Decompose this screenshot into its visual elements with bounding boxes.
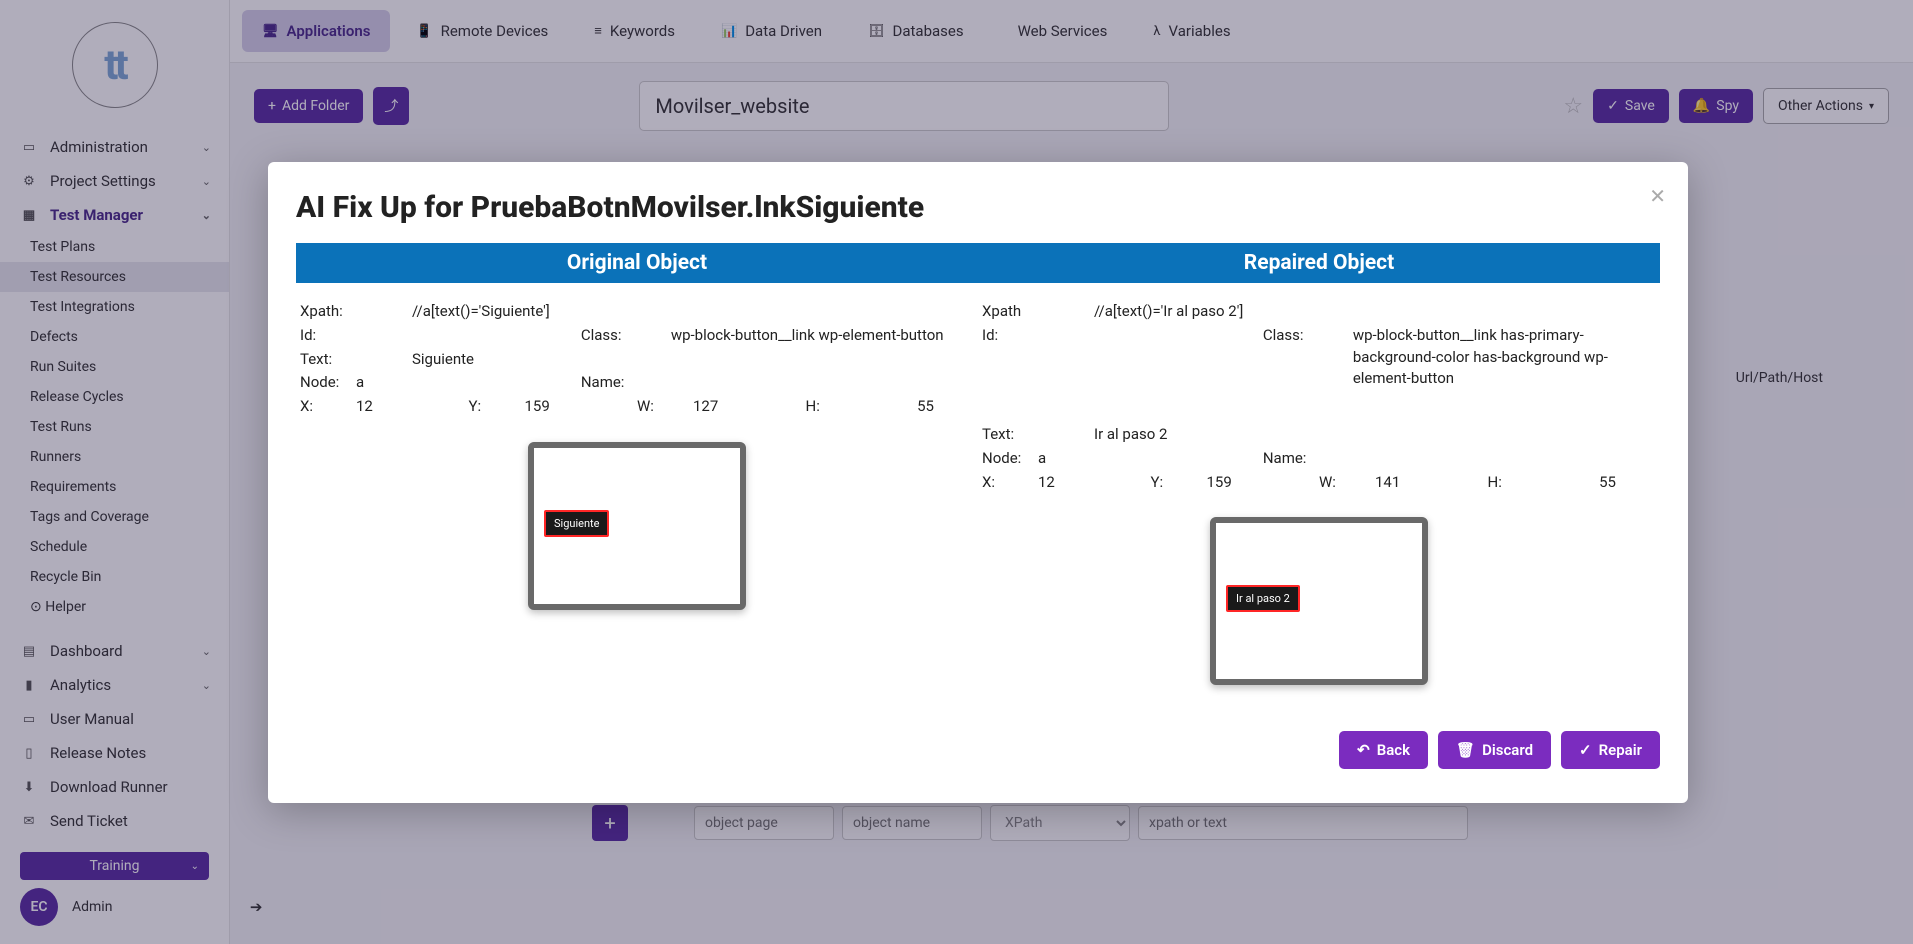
back-button[interactable]: ↶ Back [1339,731,1428,769]
modal-actions: ↶ Back 🗑 Discard ✓ Repair [296,731,1660,769]
button-label: Repair [1599,741,1642,759]
repaired-column: Xpath//a[text()='Ir al paso 2'] Id: Clas… [978,297,1660,685]
repaired-id [1038,325,1263,390]
repaired-h: 55 [1544,472,1657,494]
label-xpath: Xpath [982,301,1094,323]
header-original: Original Object [296,243,978,283]
label-text: Text: [300,349,412,371]
original-h: 55 [862,396,975,418]
label-node: Node: [300,372,356,394]
original-w: 127 [693,396,806,418]
original-node: a [356,372,581,394]
repaired-y: 159 [1207,472,1320,494]
label-class: Class: [1263,325,1353,390]
original-column: Xpath://a[text()='Siguiente'] Id: Class:… [296,297,978,685]
label-y: Y: [1151,472,1207,494]
header-repaired: Repaired Object [978,243,1660,283]
original-name [671,372,974,394]
button-label: Discard [1482,741,1533,759]
label-y: Y: [469,396,525,418]
label-x: X: [300,396,356,418]
repaired-preview: Ir al paso 2 [1210,517,1428,685]
label-x: X: [982,472,1038,494]
repaired-w: 141 [1375,472,1488,494]
label-node: Node: [982,448,1038,470]
label-id: Id: [300,325,356,347]
close-icon[interactable]: ✕ [1649,184,1666,208]
repaired-xpath: //a[text()='Ir al paso 2'] [1094,301,1656,323]
label-h: H: [806,396,862,418]
modal-title: AI Fix Up for PruebaBotnMovilser.lnkSigu… [296,190,1660,225]
label-xpath: Xpath: [300,301,412,323]
ai-fixup-modal: ✕ AI Fix Up for PruebaBotnMovilser.lnkSi… [268,162,1688,803]
label-name: Name: [1263,448,1353,470]
repaired-x: 12 [1038,472,1151,494]
label-name: Name: [581,372,671,394]
undo-icon: ↶ [1357,741,1370,759]
label-class: Class: [581,325,671,347]
repaired-node: a [1038,448,1263,470]
button-label: Back [1377,741,1410,759]
repaired-class: wp-block-button__link has-primary-backgr… [1353,325,1656,390]
check-icon: ✓ [1579,741,1592,759]
original-preview-highlight: Siguiente [544,510,609,537]
original-x: 12 [356,396,469,418]
label-w: W: [1319,472,1375,494]
original-class: wp-block-button__link wp-element-button [671,325,974,347]
label-h: H: [1488,472,1544,494]
label-w: W: [637,396,693,418]
comparison-headers: Original Object Repaired Object [296,243,1660,283]
original-y: 159 [525,396,638,418]
label-id: Id: [982,325,1038,390]
trash-icon: 🗑 [1456,741,1475,759]
repaired-text: Ir al paso 2 [1094,424,1656,446]
original-xpath: //a[text()='Siguiente'] [412,301,974,323]
discard-button[interactable]: 🗑 Discard [1438,731,1551,769]
label-text: Text: [982,424,1094,446]
original-text: Siguiente [412,349,974,371]
repaired-name [1353,448,1656,470]
repaired-preview-highlight: Ir al paso 2 [1226,585,1300,612]
repair-button[interactable]: ✓ Repair [1561,731,1660,769]
original-id [356,325,581,347]
original-preview: Siguiente [528,442,746,610]
